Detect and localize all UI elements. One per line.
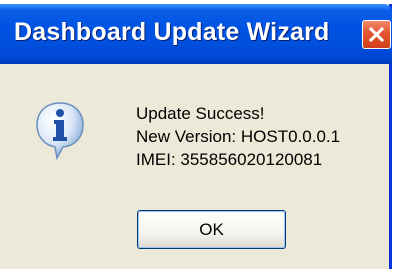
message-line-imei: IMEI: 355856020120081 xyxy=(136,150,323,169)
close-icon xyxy=(368,26,385,43)
close-button[interactable] xyxy=(362,20,391,49)
title-bar[interactable]: Dashboard Update Wizard xyxy=(0,4,392,64)
window-title: Dashboard Update Wizard xyxy=(14,18,330,46)
message-line-version: New Version: HOST0.0.0.1 xyxy=(136,127,341,146)
message-text: Update Success! New Version: HOST0.0.0.1… xyxy=(136,102,340,171)
info-icon xyxy=(36,102,84,161)
update-wizard-dialog: Dashboard Update Wizard Update Success! … xyxy=(0,4,392,269)
ok-button[interactable]: OK xyxy=(137,210,286,249)
message-line-status: Update Success! xyxy=(136,104,265,123)
ok-button-label: OK xyxy=(199,219,224,239)
